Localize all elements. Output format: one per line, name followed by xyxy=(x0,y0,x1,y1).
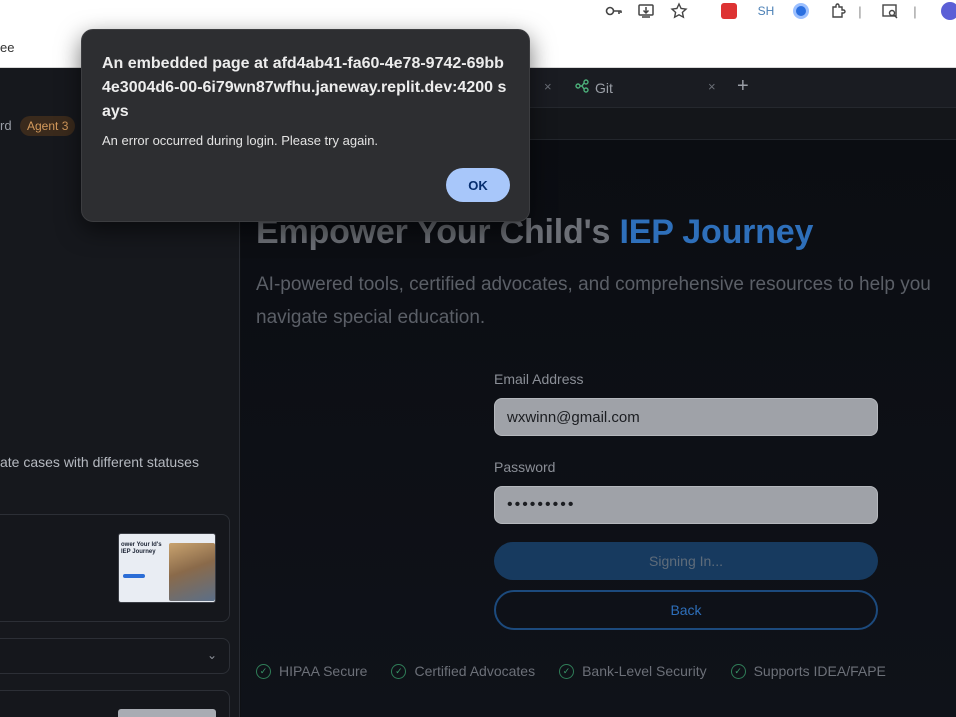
browser-toolbar: SH | | xyxy=(0,0,956,30)
search-tab-icon[interactable] xyxy=(880,1,900,21)
tab-git[interactable]: Git xyxy=(575,79,613,96)
feature-label: HIPAA Secure xyxy=(279,663,368,679)
feature-label: Bank-Level Security xyxy=(582,663,707,679)
star-icon[interactable] xyxy=(669,1,689,21)
screenshot-card-2[interactable] xyxy=(0,690,230,717)
feature-item: ✓ Bank-Level Security xyxy=(559,663,707,679)
hero-title-accent: IEP Journey xyxy=(619,213,814,251)
check-circle-icon: ✓ xyxy=(559,663,575,679)
check-circle-icon: ✓ xyxy=(391,663,407,679)
feature-item: ✓ Supports IDEA/FAPE xyxy=(730,663,886,679)
dialog-message: An error occurred during login. Please t… xyxy=(102,133,379,148)
check-circle-icon: ✓ xyxy=(730,663,746,679)
bookmark-item[interactable]: ee xyxy=(0,40,14,55)
toolbar-divider: | xyxy=(913,3,917,19)
panel-title: rd xyxy=(0,118,12,133)
password-label: Password xyxy=(494,459,556,475)
hero-subtitle: AI-powered tools, certified advocates, a… xyxy=(256,274,931,328)
extension-sh-icon[interactable]: SH xyxy=(754,1,778,21)
thumbnail-title: ower Your ld's IEP Journey xyxy=(121,542,162,555)
extension-c-icon[interactable] xyxy=(791,1,811,21)
agent-message-text: ate cases with different statuses xyxy=(0,454,199,470)
key-icon[interactable] xyxy=(604,1,624,21)
ok-button[interactable]: OK xyxy=(446,168,510,202)
collapsed-section[interactable]: ⌄ xyxy=(0,638,230,674)
email-field[interactable]: wxwinn@gmail.com xyxy=(494,398,878,436)
webview-page: Empower Your Child's IEP Journey AI-powe… xyxy=(241,140,956,717)
chevron-down-icon[interactable]: ⌄ xyxy=(207,648,217,662)
back-button[interactable]: Back xyxy=(494,590,878,630)
screenshot-card[interactable]: ower Your ld's IEP Journey xyxy=(0,514,230,622)
thumbnail-button xyxy=(123,574,145,578)
add-tab-icon[interactable]: + xyxy=(737,75,749,98)
profile-icon[interactable] xyxy=(940,1,956,21)
screenshot-thumbnail-2[interactable] xyxy=(118,709,216,717)
puzzle-icon[interactable] xyxy=(828,1,848,21)
agent-badge: Agent 3 xyxy=(20,116,76,136)
tab-git-label: Git xyxy=(595,79,613,96)
install-icon[interactable] xyxy=(636,1,656,21)
dialog-title: An embedded page at afd4ab41-fa60-4e78-9… xyxy=(102,55,507,120)
extension-red-icon[interactable] xyxy=(719,1,739,21)
close-icon[interactable]: × xyxy=(544,79,552,94)
git-icon xyxy=(575,79,589,96)
email-label: Email Address xyxy=(494,371,584,387)
password-field[interactable]: ••••••••• xyxy=(494,486,878,524)
screenshot-thumbnail[interactable]: ower Your ld's IEP Journey xyxy=(118,533,216,603)
feature-item: ✓ HIPAA Secure xyxy=(256,663,367,679)
feature-label: Supports IDEA/FAPE xyxy=(753,663,886,679)
check-circle-icon: ✓ xyxy=(256,663,271,679)
feature-label: Certified Advocates xyxy=(414,663,536,679)
feature-item: ✓ Certified Advocates xyxy=(391,663,535,679)
close-icon[interactable]: × xyxy=(708,79,716,94)
alert-dialog: An embedded page at afd4ab41-fa60-4e78-9… xyxy=(81,29,530,222)
feature-list: ✓ HIPAA Secure ✓ Certified Advocates ✓ Bank… xyxy=(256,663,886,679)
sign-in-button[interactable]: Signing In... xyxy=(494,542,878,580)
thumbnail-photo xyxy=(169,543,215,601)
toolbar-divider: | xyxy=(858,3,862,19)
